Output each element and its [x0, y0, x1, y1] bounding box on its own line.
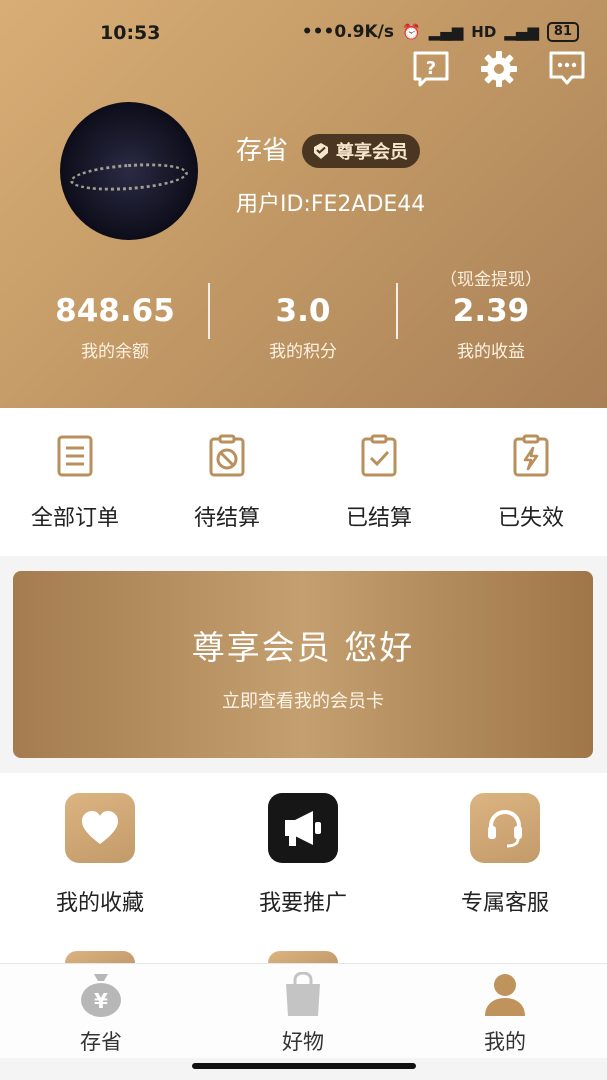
- stat-label: 我的积分: [269, 342, 337, 362]
- clipboard-block-icon: [209, 434, 245, 477]
- stat-value: 3.0: [275, 293, 331, 329]
- order-label: 已失效: [497, 506, 564, 531]
- clipboard-bolt-icon: [513, 434, 549, 477]
- alarm-icon: ⏰: [401, 23, 421, 41]
- vip-banner-title: 尊享会员 您好: [191, 628, 415, 667]
- service-label: 我要推广: [258, 891, 347, 916]
- battery-icon: 81: [546, 22, 579, 42]
- hd-icon: HD: [471, 23, 497, 41]
- heart-icon: [65, 793, 135, 863]
- net-speed: •••0.9K/s: [301, 22, 394, 42]
- user-id: 用户ID:FE2ADE44: [236, 192, 426, 217]
- nav-label: 好物: [282, 1030, 324, 1054]
- order-label: 全部订单: [30, 506, 119, 531]
- nav-tab-goods[interactable]: 好物: [202, 971, 404, 1056]
- svg-text:?: ?: [426, 58, 436, 79]
- svg-text:¥: ¥: [94, 989, 108, 1013]
- service-customer-support[interactable]: 专属客服: [405, 793, 605, 917]
- headset-icon: [470, 793, 540, 863]
- help-icon[interactable]: ?: [411, 50, 451, 88]
- order-pending-button[interactable]: 待结算: [152, 434, 302, 532]
- service-label: 我的收藏: [55, 891, 144, 916]
- nav-tab-mine[interactable]: 我的: [404, 972, 606, 1056]
- service-promote[interactable]: 我要推广: [203, 793, 403, 917]
- services-grid: 我的收藏 我要推广 专属客服: [0, 773, 607, 963]
- partial-service-icon: [268, 951, 338, 963]
- vip-card-banner[interactable]: 尊享会员 您好 立即查看我的会员卡: [13, 571, 593, 758]
- vip-banner-subtitle: 立即查看我的会员卡: [222, 691, 384, 712]
- order-invalid-button[interactable]: 已失效: [456, 434, 606, 532]
- nav-tab-home[interactable]: ¥ 存省: [0, 972, 202, 1056]
- nav-label: 我的: [484, 1030, 526, 1054]
- header-actions: ?: [411, 50, 587, 88]
- profile-header: 10:53 •••0.9K/s ⏰ ▂▄▆ HD ▂▄▆ 81 ? 存省 尊享会…: [0, 0, 607, 408]
- shopping-bag-icon: [286, 971, 320, 1016]
- stat-sublabel-cash-withdraw[interactable]: （现金提现）: [391, 265, 591, 290]
- order-all-button[interactable]: 全部订单: [0, 434, 150, 532]
- status-indicators: •••0.9K/s ⏰ ▂▄▆ HD ▂▄▆ 81: [302, 22, 579, 42]
- stat-value: 848.65: [55, 293, 175, 329]
- bottom-navigation: ¥ 存省 好物 我的: [0, 963, 607, 1058]
- order-settled-button[interactable]: 已结算: [304, 434, 454, 532]
- order-label: 已结算: [345, 506, 412, 531]
- settings-gear-icon[interactable]: [479, 50, 519, 88]
- signal-icon: ▂▄▆: [428, 23, 464, 41]
- service-favorites[interactable]: 我的收藏: [0, 793, 200, 917]
- system-gesture-area: [0, 1058, 607, 1080]
- order-label: 待结算: [193, 506, 260, 531]
- nav-label: 存省: [80, 1030, 122, 1054]
- partial-service-icon: [65, 951, 135, 963]
- avatar[interactable]: [60, 102, 198, 240]
- stat-label: 我的余额: [81, 342, 149, 362]
- avatar-image-detail: [69, 159, 189, 195]
- signal-icon-2: ▂▄▆: [504, 23, 539, 41]
- service-label: 专属客服: [460, 891, 549, 916]
- stats-row: 848.65 我的余额 3.0 我的积分 （现金提现） 2.39 我的收益: [0, 265, 607, 375]
- order-status-row: 全部订单 待结算 已结算 已失效: [0, 408, 607, 556]
- home-indicator[interactable]: [192, 1063, 416, 1069]
- document-list-icon: [57, 435, 93, 477]
- vip-badge-label: 尊享会员: [336, 142, 408, 163]
- clipboard-check-icon: [361, 434, 397, 477]
- crown-badge-icon: [314, 143, 328, 159]
- vip-badge[interactable]: 尊享会员: [302, 134, 420, 168]
- message-icon[interactable]: [547, 50, 587, 88]
- money-bag-icon: ¥: [81, 974, 121, 1017]
- user-name: 存省: [236, 136, 289, 166]
- stat-value: 2.39: [452, 293, 530, 329]
- megaphone-icon: [268, 793, 338, 863]
- stat-label: 我的收益: [457, 342, 525, 362]
- user-icon: [485, 974, 525, 1016]
- status-time: 10:53: [100, 22, 161, 44]
